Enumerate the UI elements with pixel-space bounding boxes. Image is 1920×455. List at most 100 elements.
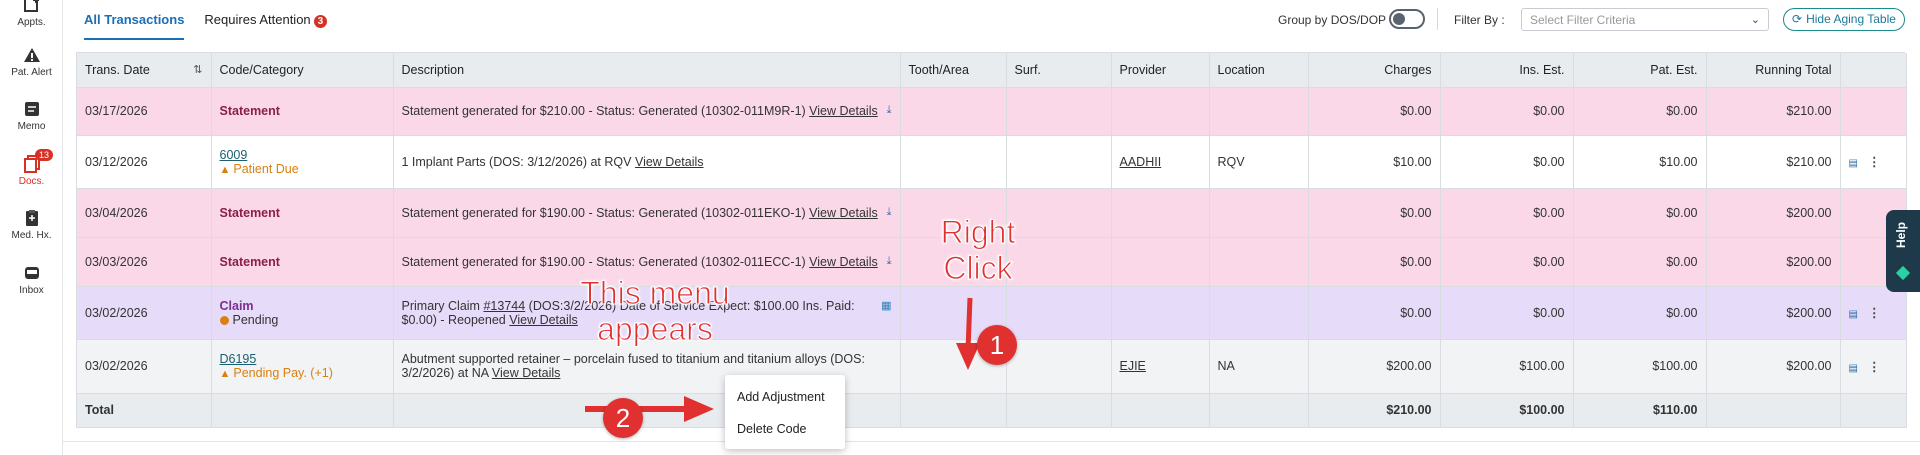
cell-location: NA: [1209, 339, 1309, 394]
cell-charges: $0.00: [1308, 87, 1441, 136]
help-tab[interactable]: Help: [1886, 210, 1920, 292]
divider: [1437, 8, 1438, 30]
ledger-icon[interactable]: ▤: [1849, 309, 1858, 320]
col-header-code: Code/Category: [211, 53, 394, 88]
table-row[interactable]: 03/12/2026 6009 ▲ Patient Due 1 Implant Pa…: [77, 135, 1907, 189]
table-row[interactable]: 03/17/2026 Statement ⤓ Statement generate…: [77, 87, 1907, 136]
download-icon[interactable]: ⤓: [887, 255, 892, 268]
category-statement: Statement: [219, 205, 280, 220]
total-empty-cell: [1111, 393, 1210, 428]
cell-ins-est: $0.00: [1440, 237, 1574, 287]
cell-ins-est: $0.00: [1440, 188, 1574, 238]
cell-provider: AADHII: [1111, 135, 1210, 189]
cell-provider: [1111, 237, 1210, 287]
total-empty-cell: [1840, 393, 1907, 428]
menu-item-add-adjustment[interactable]: Add Adjustment: [725, 381, 845, 413]
sidebar-item-med-hx[interactable]: Med. Hx.: [0, 209, 63, 241]
chevron-down-icon: ⌄: [1750, 14, 1760, 26]
cell-date: 03/04/2026: [77, 188, 212, 238]
view-details-link[interactable]: View Details: [492, 366, 561, 380]
cell-date: 03/12/2026: [77, 135, 212, 189]
cell-tooth: [900, 87, 1007, 136]
tab-requires-attention[interactable]: Requires Attention 3: [204, 10, 328, 40]
cell-running: $210.00: [1706, 135, 1841, 189]
cell-pat-est: $10.00: [1573, 135, 1707, 189]
cell-pat-est: $0.00: [1573, 286, 1707, 340]
filter-select[interactable]: Select Filter Criteria ⌄: [1521, 8, 1769, 31]
claim-link[interactable]: #13744: [483, 299, 525, 313]
view-details-link[interactable]: View Details: [809, 104, 878, 118]
hide-aging-label: Hide Aging Table: [1806, 12, 1896, 26]
more-options-icon[interactable]: ⋮: [1868, 359, 1881, 374]
total-empty-cell: [1706, 393, 1841, 428]
cell-pat-est: $100.00: [1573, 339, 1707, 394]
memo-icon: [24, 102, 39, 116]
download-icon[interactable]: ⤓: [887, 206, 892, 219]
provider-link[interactable]: AADHII: [1120, 155, 1162, 169]
status-label: Pending: [219, 313, 385, 327]
sidebar-item-label: Med. Hx.: [11, 230, 52, 241]
cell-provider: [1111, 87, 1210, 136]
cell-code: Claim Pending: [211, 286, 394, 340]
cell-desc: ⤓ Statement generated for $210.00 - Statu…: [393, 87, 901, 136]
cell-pat-est: $0.00: [1573, 87, 1707, 136]
more-options-icon[interactable]: ⋮: [1868, 154, 1881, 169]
col-header-actions: [1840, 53, 1907, 88]
menu-item-delete-code[interactable]: Delete Code: [725, 413, 845, 445]
col-header-location: Location: [1209, 53, 1309, 88]
total-empty-cell: [211, 393, 394, 428]
view-details-link[interactable]: View Details: [509, 313, 578, 327]
view-details-link[interactable]: View Details: [809, 255, 878, 269]
total-row: Total $210.00 $100.00 $110.00: [77, 393, 1907, 428]
cell-code: 6009 ▲ Patient Due: [211, 135, 394, 189]
sidebar-item-inbox[interactable]: Inbox: [0, 264, 63, 296]
sidebar-item-appts[interactable]: Appts.: [0, 0, 63, 28]
download-icon[interactable]: ⤓: [887, 104, 892, 117]
cell-surf: [1006, 339, 1112, 394]
cell-location: [1209, 188, 1309, 238]
total-charges: $210.00: [1308, 393, 1441, 428]
context-menu: Add Adjustment Delete Code: [725, 375, 845, 449]
note-icon[interactable]: ▦: [881, 299, 891, 312]
tab-label: All Transactions: [84, 12, 185, 27]
sidebar-item-memo[interactable]: Memo: [0, 100, 63, 132]
sidebar-item-pat-alert[interactable]: Pat. Alert: [0, 46, 63, 78]
view-details-link[interactable]: View Details: [635, 155, 704, 169]
cell-charges: $200.00: [1308, 339, 1441, 394]
hide-aging-table-button[interactable]: ⟳ Hide Aging Table: [1783, 8, 1905, 31]
sidebar-item-label: Appts.: [17, 17, 46, 28]
col-header-date[interactable]: Trans. Date ⇅: [77, 53, 212, 88]
cell-surf: [1006, 135, 1112, 189]
calendar-plus-icon: [23, 0, 39, 12]
provider-link[interactable]: EJIE: [1120, 359, 1146, 373]
ledger-icon[interactable]: ▤: [1849, 363, 1858, 374]
sidebar-item-docs[interactable]: 13 Docs.: [0, 149, 63, 187]
procedure-code-link[interactable]: 6009: [220, 148, 385, 162]
cell-provider: [1111, 188, 1210, 238]
cell-charges: $0.00: [1308, 237, 1441, 287]
annotation-menu-appears: This menu appears: [580, 275, 730, 348]
sort-icon[interactable]: ⇅: [193, 63, 202, 76]
view-details-link[interactable]: View Details: [809, 206, 878, 220]
col-header-charges: Charges: [1308, 53, 1441, 88]
clipboard-icon: [25, 210, 38, 226]
group-by-toggle[interactable]: [1389, 9, 1425, 29]
cell-ins-est: $100.00: [1440, 339, 1574, 394]
cell-tooth: [900, 135, 1007, 189]
cell-date: 03/17/2026: [77, 87, 212, 136]
cell-ins-est: $0.00: [1440, 135, 1574, 189]
cell-provider: EJIE: [1111, 339, 1210, 394]
desc-prefix: Primary Claim: [401, 298, 480, 313]
warning-icon: ▲: [219, 163, 231, 176]
total-label: Total: [77, 393, 212, 428]
cell-code: D6195 ▲ Pending Pay. (+1): [211, 339, 394, 394]
tab-all-transactions[interactable]: All Transactions: [84, 10, 185, 40]
procedure-code-link[interactable]: D6195: [220, 352, 385, 366]
sidebar-item-label: Inbox: [19, 285, 44, 296]
cell-date: 03/02/2026: [77, 339, 212, 394]
desc-text: Statement generated for $190.00 - Status…: [401, 205, 806, 220]
total-empty-cell: [1209, 393, 1309, 428]
cell-location: [1209, 87, 1309, 136]
more-options-icon[interactable]: ⋮: [1868, 305, 1881, 320]
ledger-icon[interactable]: ▤: [1849, 158, 1858, 169]
